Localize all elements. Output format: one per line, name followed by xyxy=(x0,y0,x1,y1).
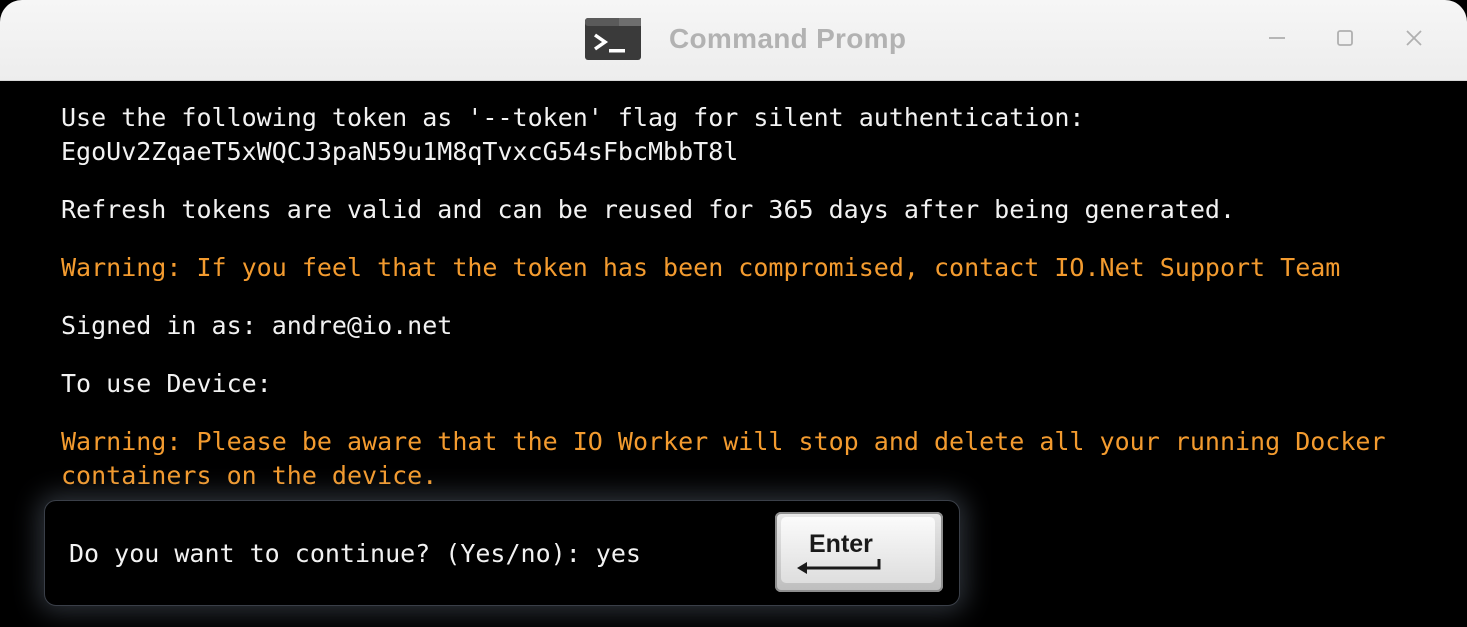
enter-key-face: Enter xyxy=(781,517,935,583)
token-instruction-line: Use the following token as '--token' fla… xyxy=(61,103,1085,132)
command-prompt-window: Command Promp Use the following token as… xyxy=(0,0,1467,627)
token-value[interactable]: EgoUv2ZqaeT5xWQCJ3paN59u1M8qTvxcG54sFbcM… xyxy=(61,135,1451,169)
window-title: Command Promp xyxy=(669,23,907,54)
warning-docker-line-1: Warning: Please be aware that the IO Wor… xyxy=(61,427,1386,456)
use-device-line: To use Device: xyxy=(61,369,272,398)
enter-key-button[interactable]: Enter xyxy=(775,512,943,592)
return-arrow-icon xyxy=(797,559,881,574)
refresh-token-line: Refresh tokens are valid and can be reus… xyxy=(61,195,1235,224)
title-bar[interactable]: Command Promp xyxy=(0,0,1467,81)
close-icon[interactable] xyxy=(1398,22,1430,54)
continue-prompt-box: Do you want to continue? (Yes/no): yes E… xyxy=(44,500,960,606)
continue-prompt-input[interactable]: Do you want to continue? (Yes/no): yes xyxy=(69,537,641,571)
terminal-icon xyxy=(585,18,641,60)
minimize-icon[interactable] xyxy=(1261,22,1293,54)
warning-docker-line-2: containers on the device. xyxy=(61,461,438,490)
title-group: Command Promp xyxy=(585,17,906,61)
warning-compromised-line: Warning: If you feel that the token has … xyxy=(61,253,1341,282)
terminal-output: Use the following token as '--token' fla… xyxy=(61,101,1451,493)
signed-in-line: Signed in as: andre@io.net xyxy=(61,311,453,340)
maximize-icon[interactable] xyxy=(1329,22,1361,54)
